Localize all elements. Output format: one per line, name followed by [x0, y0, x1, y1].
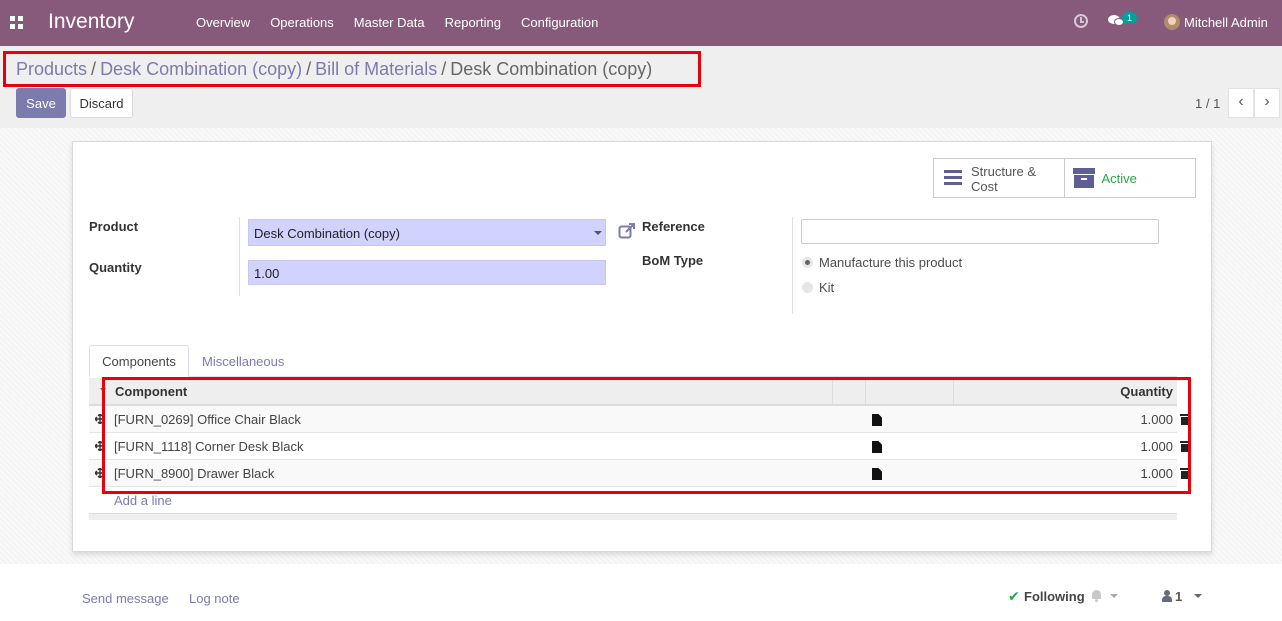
quantity-label: Quantity	[89, 260, 142, 275]
app-title[interactable]: Inventory	[48, 10, 134, 34]
external-link-icon[interactable]	[618, 222, 636, 240]
bell-icon[interactable]	[1091, 590, 1102, 602]
log-note-button[interactable]: Log note	[189, 591, 240, 606]
active-label: Active	[1101, 171, 1137, 186]
menu-master-data[interactable]: Master Data	[344, 0, 435, 46]
breadcrumb-highlight-box	[3, 51, 701, 87]
archive-icon	[1072, 168, 1095, 189]
save-button[interactable]: Save	[16, 88, 66, 118]
field-divider	[239, 217, 240, 296]
send-message-button[interactable]: Send message	[82, 591, 169, 606]
smart-button-box: Structure & Cost Active	[933, 158, 1196, 198]
structure-cost-button[interactable]: Structure & Cost	[934, 159, 1065, 197]
table-footer	[89, 513, 1177, 520]
bom-type-manufacture-radio[interactable]	[802, 257, 813, 268]
add-line-link[interactable]: Add a line	[114, 493, 172, 508]
reference-field[interactable]	[801, 219, 1159, 244]
reference-label: Reference	[642, 219, 705, 234]
messages-count-badge: 1	[1122, 12, 1138, 24]
pager-value[interactable]: 1 / 1	[1195, 96, 1220, 111]
chevron-down-icon[interactable]	[594, 231, 602, 235]
bars-icon	[944, 170, 962, 186]
user-avatar[interactable]	[1164, 14, 1180, 30]
bom-type-kit-label[interactable]: Kit	[819, 280, 834, 295]
tab-components[interactable]: Components	[89, 345, 189, 377]
chevron-down-icon[interactable]	[1194, 594, 1202, 598]
person-icon[interactable]	[1162, 590, 1172, 602]
pager-previous-icon[interactable]: ‹	[1228, 88, 1254, 118]
bom-type-label: BoM Type	[642, 253, 704, 268]
tab-miscellaneous[interactable]: Miscellaneous	[202, 354, 284, 369]
main-menu: Overview Operations Master Data Reportin…	[186, 0, 608, 46]
product-label: Product	[89, 219, 139, 234]
field-divider	[792, 217, 793, 314]
menu-configuration[interactable]: Configuration	[511, 0, 608, 46]
bom-type-manufacture-label[interactable]: Manufacture this product	[819, 255, 962, 270]
menu-operations[interactable]: Operations	[260, 0, 344, 46]
following-button[interactable]: Following	[1024, 589, 1085, 604]
activity-clock-icon[interactable]	[1074, 14, 1088, 28]
top-navbar: Inventory Overview Operations Master Dat…	[0, 0, 1282, 46]
bom-type-kit-radio[interactable]	[802, 282, 813, 293]
product-field[interactable]: Desk Combination (copy)	[248, 219, 606, 246]
menu-overview[interactable]: Overview	[186, 0, 260, 46]
structure-cost-label: Structure & Cost	[971, 164, 1037, 194]
followers-count[interactable]: 1	[1175, 589, 1182, 604]
menu-reporting[interactable]: Reporting	[435, 0, 511, 46]
components-highlight-box	[102, 377, 1191, 494]
check-icon: ✔	[1008, 588, 1020, 604]
pager-next-icon[interactable]: ›	[1254, 88, 1280, 118]
apps-menu-icon[interactable]	[10, 16, 23, 29]
discard-button[interactable]: Discard	[70, 88, 133, 118]
user-menu[interactable]: Mitchell Admin	[1184, 15, 1268, 30]
chevron-down-icon[interactable]	[1110, 594, 1118, 598]
active-toggle-button[interactable]: Active	[1065, 159, 1196, 197]
quantity-field[interactable]: 1.00	[248, 260, 606, 285]
